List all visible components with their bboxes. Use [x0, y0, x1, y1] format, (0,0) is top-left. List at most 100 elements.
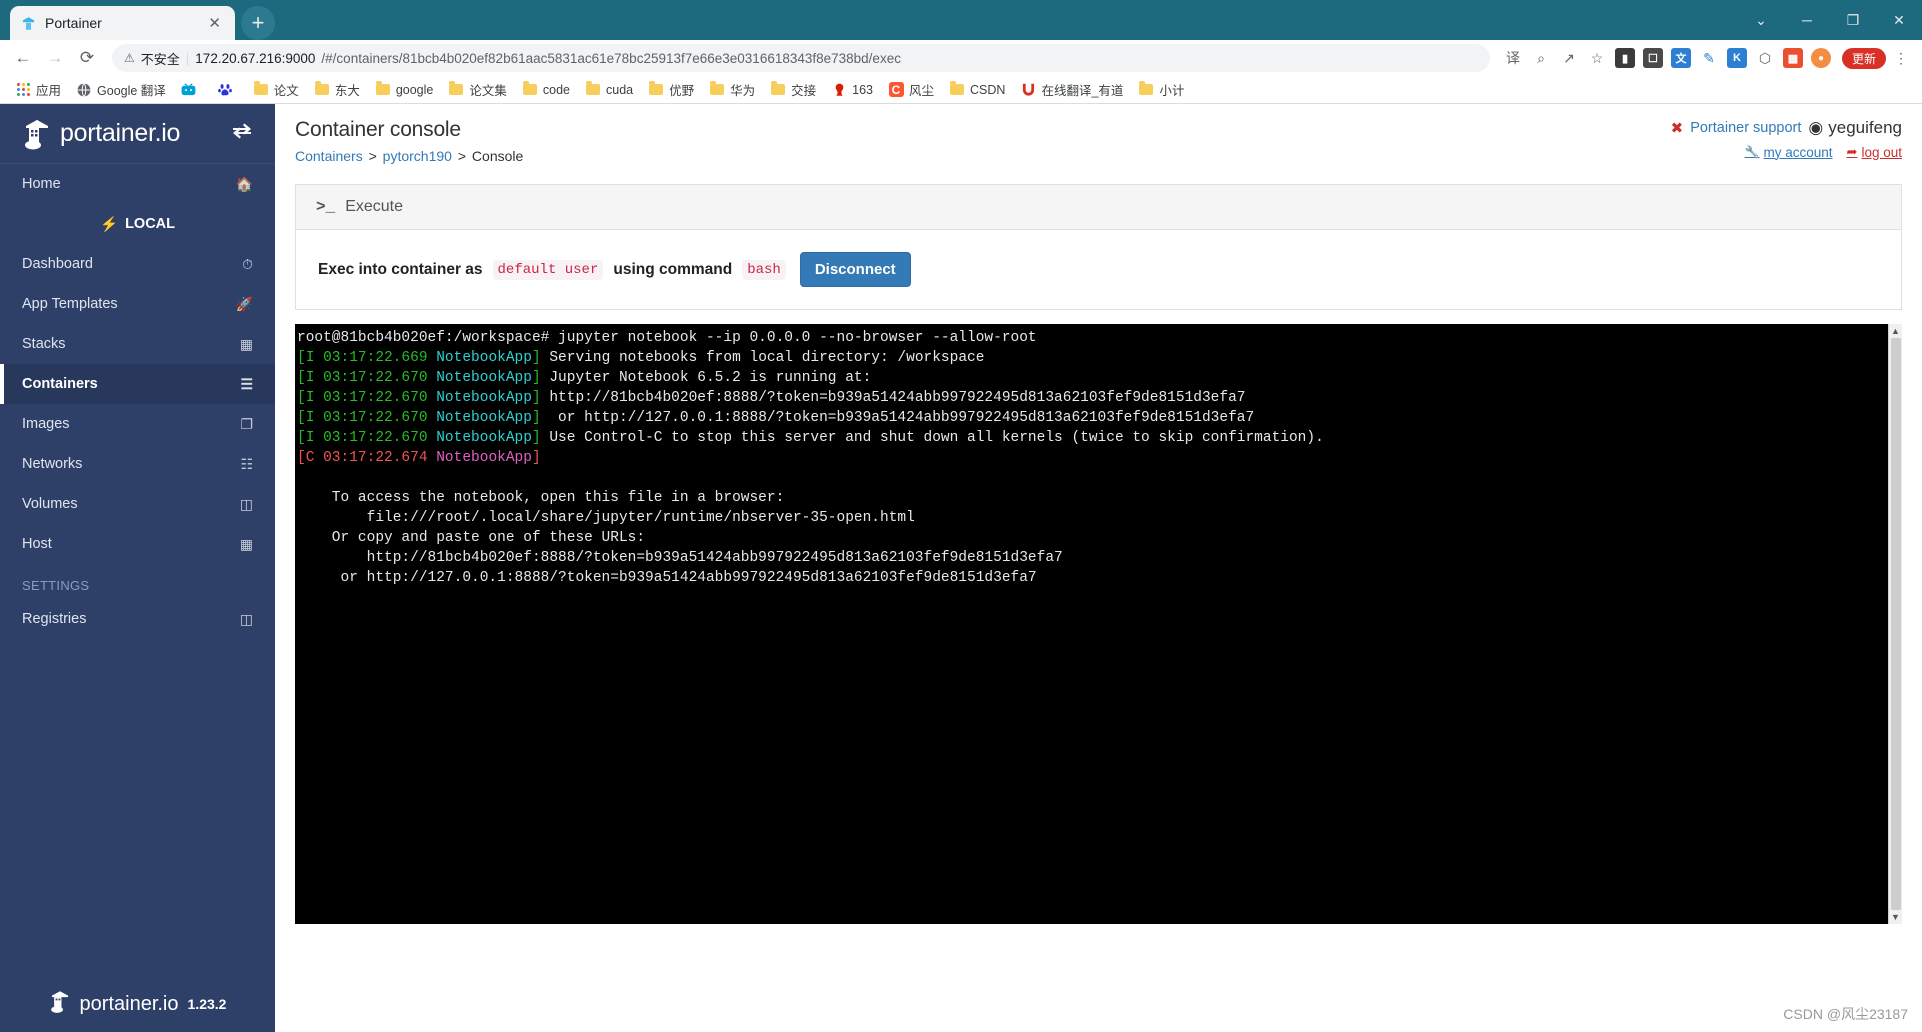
terminal-segment: ]	[531, 430, 550, 446]
close-window-button[interactable]: ✕	[1876, 0, 1922, 40]
chrome-menu-icon[interactable]: ⋮	[1888, 45, 1914, 71]
my-account-link[interactable]: 🔧 my account	[1745, 145, 1833, 160]
pen-extension-icon[interactable]: ✎	[1696, 45, 1722, 71]
sidebar-item-app-templates[interactable]: App Templates 🚀	[0, 284, 275, 324]
bookmark-star-icon[interactable]: ☆	[1584, 45, 1610, 71]
youdao-icon	[1020, 82, 1036, 98]
browser-tab[interactable]: Portainer ✕	[10, 6, 235, 40]
sidebar-item-registries[interactable]: Registries ◫	[0, 599, 275, 639]
translate-icon[interactable]: 译	[1500, 45, 1526, 71]
bookmark-baidu[interactable]	[210, 80, 245, 100]
terminal-scrollbar[interactable]: ▲ ▼	[1888, 324, 1902, 924]
terminal-segment: ]	[531, 450, 541, 466]
bookmark-fengchen[interactable]: C 风尘	[881, 78, 941, 101]
browser-tab-title: Portainer	[45, 15, 102, 31]
volumes-icon: ◫	[239, 495, 253, 512]
grid-extension-icon[interactable]: ▦	[1780, 45, 1806, 71]
logout-link[interactable]: ➦ log out	[1847, 144, 1902, 160]
bookmark-google-translate[interactable]: Google 翻译	[69, 78, 173, 101]
portainer-logo-icon-small	[49, 989, 71, 1020]
tab-search-chevron-icon[interactable]: ⌄	[1738, 0, 1784, 40]
bookmark-youdao[interactable]: 在线翻译_有道	[1013, 78, 1130, 101]
terminal-line: [I 03:17:22.670 NotebookApp] http://81bc…	[297, 388, 1886, 408]
sidebar-item-networks[interactable]: Networks ☷	[0, 444, 275, 484]
terminal-segment: http://81bcb4b020ef:8888/?token=b939a514…	[297, 550, 1063, 566]
profile-avatar[interactable]: ●	[1808, 45, 1834, 71]
folder-icon	[314, 81, 330, 98]
folder-icon	[448, 81, 464, 98]
scroll-up-arrow-icon[interactable]: ▲	[1891, 326, 1900, 336]
bookmark-label: 风尘	[909, 84, 935, 98]
bookmark-163[interactable]: 163	[824, 80, 880, 100]
portainer-support-link[interactable]: Portainer support	[1690, 120, 1801, 136]
portainer-app: portainer.io Home 🏠 ⚡ LOCAL Dashboard ⏱ …	[0, 104, 1922, 1032]
sidebar-brand[interactable]: portainer.io	[0, 104, 275, 164]
bookmark-folder-code[interactable]: code	[515, 80, 577, 100]
sidebar-item-volumes[interactable]: Volumes ◫	[0, 484, 275, 524]
forward-button[interactable]: →	[40, 43, 70, 73]
user-name-label: yeguifeng	[1828, 118, 1902, 137]
bookmark-folder-jiaojie[interactable]: 交接	[763, 78, 823, 101]
sidebar-item-home[interactable]: Home 🏠	[0, 164, 275, 204]
zoom-icon[interactable]: ⌕	[1528, 45, 1554, 71]
puzzle-extensions-icon[interactable]: ⬡	[1752, 45, 1778, 71]
sidebar-item-dashboard[interactable]: Dashboard ⏱	[0, 244, 275, 284]
disconnect-button[interactable]: Disconnect	[799, 252, 911, 287]
sidebar-item-host[interactable]: Host ▦	[0, 524, 275, 564]
bookmark-folder-cuda[interactable]: cuda	[578, 80, 640, 100]
bookmark-folder-csdn[interactable]: CSDN	[942, 80, 1012, 100]
terminal-output[interactable]: root@81bcb4b020ef:/workspace# jupyter no…	[295, 324, 1888, 924]
new-tab-button[interactable]: +	[241, 6, 275, 40]
tab-close-icon[interactable]: ✕	[204, 14, 225, 32]
back-button[interactable]: ←	[8, 43, 38, 73]
bookmark-bilibili[interactable]	[174, 80, 209, 100]
breadcrumb-pytorch190[interactable]: pytorch190	[383, 148, 452, 164]
wallet-extension-icon[interactable]: ▮	[1612, 45, 1638, 71]
user-display: ◉ yeguifeng	[1808, 118, 1902, 138]
sidebar-footer: portainer.io 1.23.2	[0, 976, 275, 1032]
execute-panel-header: >_ Execute	[296, 185, 1901, 230]
database-icon: ◫	[239, 610, 253, 627]
terminal-segment: NotebookApp	[436, 430, 532, 446]
bookmark-folder-dongda[interactable]: 东大	[307, 78, 367, 101]
page-header-right: ✖ Portainer support ◉ yeguifeng 🔧 my acc…	[1671, 118, 1902, 160]
bookmark-label: CSDN	[970, 82, 1006, 97]
sidebar-item-stacks[interactable]: Stacks ▦	[0, 324, 275, 364]
lifebuoy-icon: ✖	[1670, 120, 1684, 137]
minimize-button[interactable]: ─	[1784, 0, 1830, 40]
bookmark-folder-xiaoji[interactable]: 小计	[1131, 78, 1191, 101]
share-icon[interactable]: ↗	[1556, 45, 1582, 71]
terminal-segment: http://81bcb4b020ef:8888/?token=b939a514…	[549, 390, 1246, 406]
update-button[interactable]: 更新	[1841, 47, 1886, 69]
terminal-line: file:///root/.local/share/jupyter/runtim…	[297, 508, 1886, 528]
breadcrumb-containers[interactable]: Containers	[295, 148, 363, 164]
bookmark-label: 163	[852, 82, 874, 97]
sidebar-item-containers[interactable]: Containers ☰	[0, 364, 275, 404]
translate-extension-icon[interactable]: 文	[1668, 45, 1694, 71]
reload-button[interactable]: ⟳	[72, 43, 102, 73]
breadcrumb: Containers > pytorch190 > Console	[295, 148, 1671, 164]
bookmark-folder-youye[interactable]: 优野	[641, 78, 701, 101]
maximize-button[interactable]: ❐	[1830, 0, 1876, 40]
k-extension-icon[interactable]: K	[1724, 45, 1750, 71]
network-icon: ☷	[240, 455, 253, 472]
sidebar-brand-label: portainer.io	[60, 119, 181, 147]
portainer-favicon-icon	[20, 15, 37, 32]
scrollbar-thumb[interactable]	[1890, 338, 1901, 910]
folder-icon	[375, 81, 391, 98]
sidebar-item-label: Containers	[22, 376, 98, 392]
bookmark-folder-google[interactable]: google	[368, 80, 441, 100]
capture-extension-icon[interactable]: ☐	[1640, 45, 1666, 71]
netease-icon	[831, 82, 847, 98]
scroll-down-arrow-icon[interactable]: ▼	[1891, 912, 1900, 922]
bookmark-label: 论文集	[469, 84, 507, 98]
bookmark-folder-lunwenji[interactable]: 论文集	[441, 78, 514, 101]
terminal-segment: [C 03:17:22.674	[297, 450, 437, 466]
bookmark-folder-lunwen[interactable]: 论文	[246, 78, 306, 101]
main-content: Container console Containers > pytorch19…	[275, 104, 1922, 1032]
collapse-arrows-icon[interactable]	[231, 123, 253, 144]
bookmark-apps[interactable]: 应用	[8, 78, 68, 101]
sidebar-item-images[interactable]: Images ❐	[0, 404, 275, 444]
address-bar[interactable]: ⚠ 不安全 | 172.20.67.216:9000 /#/containers/…	[112, 44, 1490, 72]
bookmark-folder-huawei[interactable]: 华为	[702, 78, 762, 101]
